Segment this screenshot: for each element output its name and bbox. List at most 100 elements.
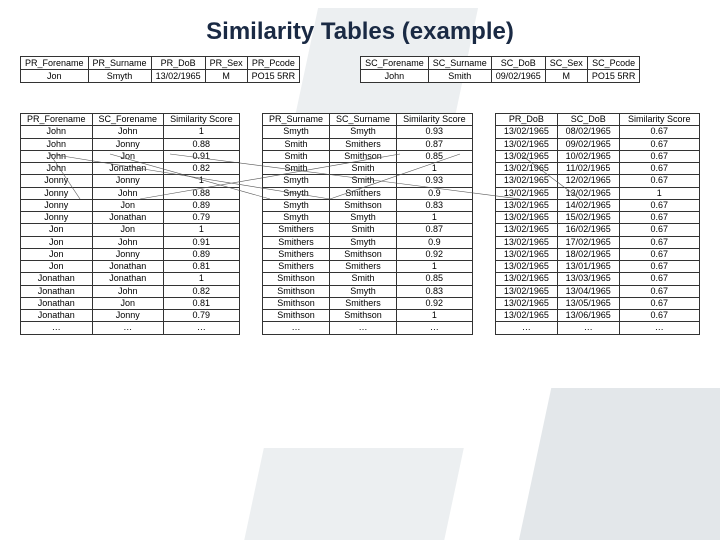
cell: Jonathan (92, 273, 164, 285)
table-row: 13/02/196513/05/19650.67 (496, 297, 700, 309)
cell: 0.89 (164, 199, 240, 211)
cell: 13/02/1965 (496, 175, 558, 187)
cell: Jonny (21, 199, 93, 211)
cell: 1 (397, 261, 473, 273)
cell: Jon (92, 150, 164, 162)
col-header: SC_DoB (557, 114, 619, 126)
cell: Smithson (263, 285, 330, 297)
cell: 0.91 (164, 236, 240, 248)
cell: 0.67 (619, 297, 699, 309)
col-header: PR_Forename (21, 114, 93, 126)
cell: Smith (330, 273, 397, 285)
cell: 12/02/1965 (557, 175, 619, 187)
dob-similarity-table: PR_DoBSC_DoBSimilarity Score13/02/196508… (495, 113, 700, 335)
col-header: SC_Sex (545, 57, 587, 70)
cell: … (263, 322, 330, 334)
table-row: SmithersSmith0.87 (263, 224, 473, 236)
cell: 0.67 (619, 163, 699, 175)
col-header: PR_Forename (21, 57, 89, 70)
cell: … (496, 322, 558, 334)
cell: Smith (330, 163, 397, 175)
cell: Jonathan (21, 297, 93, 309)
cell: Smyth (330, 285, 397, 297)
table-row: 13/02/196510/02/19650.67 (496, 150, 700, 162)
cell: Smyth (330, 236, 397, 248)
cell: 13/02/1965 (496, 261, 558, 273)
cell: Jon (92, 199, 164, 211)
col-header: PR_Pcode (247, 57, 300, 70)
cell: 15/02/1965 (557, 212, 619, 224)
cell: John (361, 70, 429, 83)
cell: Smithson (263, 297, 330, 309)
cell: Smyth (88, 70, 151, 83)
cell: 09/02/1965 (557, 138, 619, 150)
cell: 0.88 (164, 187, 240, 199)
table-row: JonJohn0.91 (21, 236, 240, 248)
table-row: ……… (496, 322, 700, 334)
cell: Jonny (21, 187, 93, 199)
cell: 0.93 (397, 126, 473, 138)
cell: 0.82 (164, 163, 240, 175)
cell: Smith (330, 175, 397, 187)
cell: Smithson (330, 310, 397, 322)
table-row: John Smith 09/02/1965 M PO15 5RR (361, 70, 640, 83)
cell: Smithers (263, 236, 330, 248)
cell: 13/02/1965 (496, 297, 558, 309)
cell: 0.67 (619, 175, 699, 187)
cell: … (164, 322, 240, 334)
cell: Smithers (263, 261, 330, 273)
cell: Jon (92, 297, 164, 309)
cell: 10/02/1965 (557, 150, 619, 162)
cell: PO15 5RR (247, 70, 300, 83)
cell: 13/02/1965 (496, 212, 558, 224)
table-row: SmythSmyth1 (263, 212, 473, 224)
table-row: SmithersSmithers1 (263, 261, 473, 273)
table-row: JohnJonny0.88 (21, 138, 240, 150)
cell: Jonny (92, 248, 164, 260)
table-row: ……… (21, 322, 240, 334)
table-row: ……… (263, 322, 473, 334)
table-row: JonathanJonathan1 (21, 273, 240, 285)
table-row: SmythSmyth0.93 (263, 126, 473, 138)
forename-similarity-table: PR_ForenameSC_ForenameSimilarity ScoreJo… (20, 113, 240, 335)
col-header: SC_Forename (361, 57, 429, 70)
table-row: JonathanJonny0.79 (21, 310, 240, 322)
cell: 1 (397, 310, 473, 322)
cell: Smyth (263, 175, 330, 187)
table-header-row: PR_SurnameSC_SurnameSimilarity Score (263, 114, 473, 126)
table-row: SmithsonSmithers0.92 (263, 297, 473, 309)
table-header-row: PR_DoBSC_DoBSimilarity Score (496, 114, 700, 126)
cell: Smithson (330, 199, 397, 211)
table-row: JonnyJonny1 (21, 175, 240, 187)
cell: 1 (164, 273, 240, 285)
cell: 13/02/1965 (496, 126, 558, 138)
cell: Jonny (92, 310, 164, 322)
cell: Jonathan (21, 273, 93, 285)
cell: 1 (164, 126, 240, 138)
cell: 13/04/1965 (557, 285, 619, 297)
cell: 1 (164, 175, 240, 187)
cell: Smyth (263, 212, 330, 224)
cell: 13/02/1965 (496, 224, 558, 236)
cell: Jonathan (92, 163, 164, 175)
table-row: JonJon1 (21, 224, 240, 236)
cell: … (21, 322, 93, 334)
cell: 1 (397, 212, 473, 224)
cell: Jon (21, 261, 93, 273)
table-row: 13/02/196508/02/19650.67 (496, 126, 700, 138)
col-header: Similarity Score (397, 114, 473, 126)
background-shape (509, 388, 720, 540)
cell: John (21, 163, 93, 175)
cell: 0.83 (397, 199, 473, 211)
cell: 13/02/1965 (496, 273, 558, 285)
cell: Smithers (263, 248, 330, 260)
table-row: JonnyJon0.89 (21, 199, 240, 211)
cell: 18/02/1965 (557, 248, 619, 260)
cell: Jon (21, 236, 93, 248)
cell: 1 (397, 163, 473, 175)
cell: Jonny (92, 138, 164, 150)
cell: 0.91 (164, 150, 240, 162)
table-row: 13/02/196517/02/19650.67 (496, 236, 700, 248)
col-header: Similarity Score (619, 114, 699, 126)
cell: 0.81 (164, 297, 240, 309)
